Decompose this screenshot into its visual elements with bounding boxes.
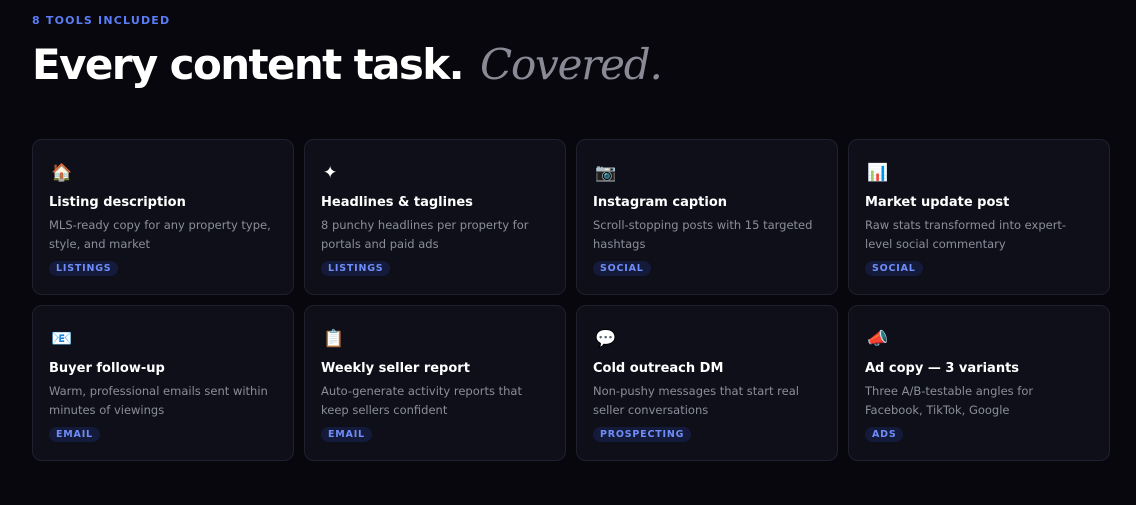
tool-card-market-update-post[interactable]: 📊 Market update post Raw stats transform… xyxy=(848,139,1110,295)
tool-card-tag: EMAIL xyxy=(321,427,372,442)
tool-card-listing-description[interactable]: 🏠 Listing description MLS-ready copy for… xyxy=(32,139,294,295)
tool-card-title: Ad copy — 3 variants xyxy=(865,361,1020,376)
tool-card-tag: EMAIL xyxy=(49,427,100,442)
tool-card-title: Weekly seller report xyxy=(321,361,470,376)
tool-card-tag: LISTINGS xyxy=(321,261,391,276)
camera-icon: 📷 xyxy=(595,163,617,183)
tool-card-description: Auto-generate activity reports that keep… xyxy=(321,384,522,417)
tool-card-description: Warm, professional emails sent within mi… xyxy=(49,384,268,417)
tool-card-title: Buyer follow-up xyxy=(49,361,165,376)
tool-card-description: Three A/B-testable angles for Facebook, … xyxy=(865,384,1034,417)
tool-card-tag: ADS xyxy=(865,427,904,442)
tool-card-title: Market update post xyxy=(865,195,1010,210)
tool-card-description: Raw stats transformed into expert-level … xyxy=(865,218,1067,251)
tool-card-description: MLS-ready copy for any property type, st… xyxy=(49,218,271,251)
megaphone-icon: 📣 xyxy=(867,329,889,349)
bar-chart-icon: 📊 xyxy=(867,163,889,183)
sparkle-icon: ✦ xyxy=(323,163,338,183)
tools-grid: 🏠 Listing description MLS-ready copy for… xyxy=(32,139,1112,461)
tool-card-title: Listing description xyxy=(49,195,186,210)
tool-card-title: Instagram caption xyxy=(593,195,728,210)
tool-card-tag: PROSPECTING xyxy=(593,427,692,442)
tool-card-headlines-taglines[interactable]: ✦ Headlines & taglines 8 punchy headline… xyxy=(304,139,566,295)
tool-card-description: 8 punchy headlines per property for port… xyxy=(321,218,529,251)
house-icon: 🏠 xyxy=(51,163,73,183)
tool-card-title: Cold outreach DM xyxy=(593,361,724,376)
tool-card-instagram-caption[interactable]: 📷 Instagram caption Scroll-stopping post… xyxy=(576,139,838,295)
tool-card-ad-copy[interactable]: 📣 Ad copy — 3 variants Three A/B-testabl… xyxy=(848,305,1110,461)
tool-card-title: Headlines & taglines xyxy=(321,195,473,210)
clipboard-icon: 📋 xyxy=(323,329,345,349)
tool-card-cold-outreach-dm[interactable]: 💬 Cold outreach DM Non-pushy messages th… xyxy=(576,305,838,461)
tool-card-tag: LISTINGS xyxy=(49,261,119,276)
tool-card-buyer-follow-up[interactable]: 📧 Buyer follow-up Warm, professional ema… xyxy=(32,305,294,461)
tool-card-weekly-seller-report[interactable]: 📋 Weekly seller report Auto-generate act… xyxy=(304,305,566,461)
email-icon: 📧 xyxy=(51,329,73,349)
page-title: Every content task. Covered. xyxy=(32,36,663,94)
page-title-main: Every content task. xyxy=(32,40,465,89)
speech-bubble-icon: 💬 xyxy=(595,329,617,349)
tool-card-description: Non-pushy messages that start real selle… xyxy=(593,384,799,417)
section-eyebrow: 8 TOOLS INCLUDED xyxy=(32,14,171,27)
tool-card-tag: SOCIAL xyxy=(865,261,923,276)
tool-card-description: Scroll-stopping posts with 15 targeted h… xyxy=(593,218,813,251)
tool-card-tag: SOCIAL xyxy=(593,261,651,276)
page-title-accent: Covered. xyxy=(480,40,663,89)
